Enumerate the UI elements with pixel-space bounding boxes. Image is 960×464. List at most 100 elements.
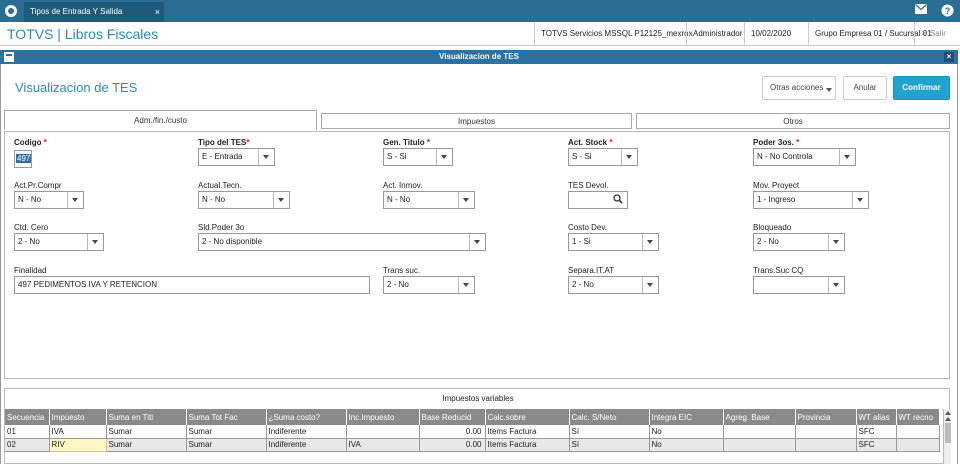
table-cell[interactable] xyxy=(795,438,857,452)
scroll-up-icon[interactable] xyxy=(945,417,951,421)
chevron-down-icon[interactable] xyxy=(258,149,274,165)
table-cell[interactable]: Items Factura xyxy=(485,425,570,439)
table-cell[interactable]: No xyxy=(649,425,724,439)
table-cell[interactable]: Items Factura xyxy=(485,438,570,452)
actual-tecn-select[interactable]: N - No xyxy=(198,191,290,209)
sld-poder-select[interactable]: 2 - No disponible xyxy=(198,233,486,251)
poder-3os-select[interactable]: N - No Controla xyxy=(753,148,856,166)
table-cell[interactable] xyxy=(723,438,796,452)
column-header[interactable]: Calc.sobre xyxy=(485,409,570,425)
table-cell[interactable]: IVA xyxy=(49,425,107,439)
table-cell[interactable]: Sumar xyxy=(106,438,187,452)
tab-otros[interactable]: Otros xyxy=(636,113,950,129)
chevron-down-icon[interactable] xyxy=(839,149,855,165)
chevron-down-icon[interactable] xyxy=(87,234,103,250)
required-mark: * xyxy=(796,138,800,147)
table-cell[interactable] xyxy=(896,438,940,452)
totvs-logo-icon[interactable] xyxy=(5,5,17,17)
chevron-down-icon[interactable] xyxy=(458,277,474,293)
scroll-thumb[interactable] xyxy=(945,423,951,443)
column-header[interactable]: WT recno xyxy=(896,409,940,425)
column-header[interactable]: Agreg. Base xyxy=(723,409,796,425)
scroll-top-icon[interactable] xyxy=(945,411,951,415)
required-mark: * xyxy=(426,138,430,147)
codigo-value: 497 xyxy=(16,154,31,163)
act-stock-select[interactable]: S - Si xyxy=(568,148,638,166)
mail-icon[interactable] xyxy=(914,4,928,18)
mov-proyect-label: Mov. Proyect xyxy=(753,181,800,190)
costo-dev-select[interactable]: 1 - Si xyxy=(568,233,659,251)
table-cell[interactable]: 0.00 xyxy=(419,438,486,452)
table-cell[interactable]: 02 xyxy=(5,438,50,452)
tab-impuestos[interactable]: Impuestos xyxy=(321,113,632,129)
table-cell[interactable]: Sí xyxy=(569,438,650,452)
cancel-button[interactable]: Anular xyxy=(843,76,887,100)
table-row[interactable]: 01 IVA Sumar Sumar Indiferente 0.00 Item… xyxy=(5,425,940,439)
tab-adm-fin-custo[interactable]: Adm./fin./custo xyxy=(4,110,317,130)
table-cell[interactable] xyxy=(896,425,940,439)
confirm-button[interactable]: Confirmar xyxy=(893,76,950,100)
column-header[interactable]: Calc. S/Neto xyxy=(569,409,650,425)
chevron-down-icon[interactable] xyxy=(828,277,844,293)
chevron-down-icon[interactable] xyxy=(828,234,844,250)
table-cell[interactable]: Indiferente xyxy=(266,425,347,439)
bloqueado-select[interactable]: 2 - No xyxy=(753,233,845,251)
table-cell[interactable]: Sumar xyxy=(106,425,187,439)
chevron-down-icon[interactable] xyxy=(621,149,637,165)
tes-devol-field[interactable] xyxy=(568,191,628,209)
mov-proyect-select[interactable]: 1 - Ingreso xyxy=(753,191,869,209)
column-header[interactable]: Suma en Titl xyxy=(106,409,187,425)
trans-suc-cq-select[interactable] xyxy=(753,276,845,294)
chevron-down-icon[interactable] xyxy=(642,277,658,293)
table-header-row: Secuencia Impuesto Suma en Titl Suma Tot… xyxy=(5,409,940,425)
codigo-field[interactable]: 497 xyxy=(14,150,32,168)
table-cell[interactable] xyxy=(795,425,857,439)
gen-titulo-select[interactable]: S - Si xyxy=(383,148,453,166)
column-header[interactable]: Provincia xyxy=(795,409,857,425)
tab-tipos-entrada-salida[interactable]: Tipos de Entrada Y Salida [02.9.0009] × xyxy=(24,2,164,36)
table-cell[interactable]: Sumar xyxy=(186,425,267,439)
table-cell[interactable]: 01 xyxy=(5,425,50,439)
table-row[interactable]: 02 RIV Sumar Sumar Indiferente IVA 0.00 … xyxy=(5,437,940,452)
table-cell[interactable]: 0.00 xyxy=(419,425,486,439)
separa-it-at-select[interactable]: 2 - No xyxy=(568,276,659,294)
finalidad-field[interactable]: 497 PEDIMENTOS IVA Y RETENCION xyxy=(14,276,370,294)
chevron-down-icon[interactable] xyxy=(436,149,452,165)
ctd-cero-select[interactable]: 2 - No xyxy=(14,233,104,251)
trans-suc-select[interactable]: 2 - No xyxy=(383,276,475,294)
column-header[interactable]: Integra EIC xyxy=(649,409,724,425)
column-header[interactable]: Secuencia xyxy=(5,409,50,425)
column-header[interactable]: Base Reducid xyxy=(419,409,486,425)
table-cell[interactable]: Sí xyxy=(569,425,650,439)
dialog-close-icon[interactable]: × xyxy=(944,52,954,62)
chevron-down-icon[interactable] xyxy=(642,234,658,250)
chevron-down-icon[interactable] xyxy=(852,192,868,208)
table-cell[interactable]: Sumar xyxy=(186,438,267,452)
chevron-down-icon[interactable] xyxy=(469,234,485,250)
more-actions-button[interactable]: Otras acciones xyxy=(762,76,836,100)
table-cell[interactable]: No xyxy=(649,438,724,452)
act-pr-compr-select[interactable]: N - No xyxy=(14,191,84,209)
column-header[interactable]: ¿Suma costo? xyxy=(266,409,347,425)
search-icon[interactable] xyxy=(613,194,623,204)
column-header[interactable]: Inc.Impuesto xyxy=(346,409,420,425)
column-header[interactable]: Suma Tot Fac xyxy=(186,409,267,425)
tipo-tes-select[interactable]: E - Entrada xyxy=(198,148,275,166)
act-inmov-select[interactable]: N - No xyxy=(383,191,475,209)
chevron-down-icon[interactable] xyxy=(273,192,289,208)
exit-button[interactable]: ✕ Salir xyxy=(914,22,952,46)
table-cell[interactable] xyxy=(346,425,420,439)
help-icon[interactable]: ? xyxy=(940,4,954,18)
table-cell-selected[interactable]: RIV xyxy=(48,437,107,452)
chevron-down-icon[interactable] xyxy=(458,192,474,208)
table-cell[interactable]: SFC xyxy=(856,425,897,439)
table-cell[interactable]: SFC xyxy=(856,438,897,452)
table-cell[interactable]: IVA xyxy=(346,438,420,452)
table-cell[interactable] xyxy=(723,425,796,439)
chevron-down-icon[interactable] xyxy=(67,192,83,208)
tab-close-icon[interactable]: × xyxy=(155,2,160,22)
table-cell[interactable]: Indiferente xyxy=(266,438,347,452)
column-header[interactable]: Impuesto xyxy=(49,409,107,425)
column-header[interactable]: WT alias xyxy=(856,409,897,425)
grid-scrollbar[interactable] xyxy=(943,409,951,464)
